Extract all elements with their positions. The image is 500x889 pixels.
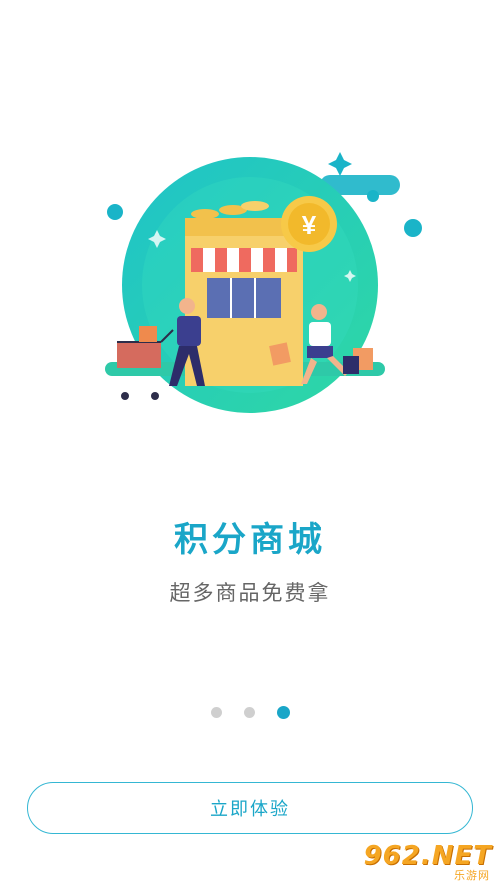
page-subtitle: 超多商品免费拿 — [169, 581, 331, 605]
decor-dot — [107, 204, 123, 220]
shop-awning — [191, 248, 297, 272]
page-dot-2[interactable] — [243, 707, 255, 718]
try-now-button[interactable]: 立即体验 — [27, 782, 473, 834]
decor-dot — [404, 219, 422, 237]
watermark-logo: 962.NET 乐游网 — [362, 841, 492, 883]
sparkle-icon — [328, 152, 352, 176]
onboarding-screen: ¥ 积分商城 超多商品免费拿 立即体验 962.NET 乐游网 — [0, 0, 500, 889]
page-indicator — [0, 706, 500, 719]
page-title: 积分商城 — [174, 520, 326, 560]
watermark-sub: 乐游网 — [454, 869, 490, 882]
shop-illustration: ¥ — [105, 152, 422, 413]
page-dot-1[interactable] — [210, 707, 222, 718]
svg-text:¥: ¥ — [302, 210, 317, 240]
try-now-label: 立即体验 — [210, 799, 290, 820]
shop-window — [207, 278, 281, 318]
page-dot-3-active[interactable] — [276, 706, 290, 719]
